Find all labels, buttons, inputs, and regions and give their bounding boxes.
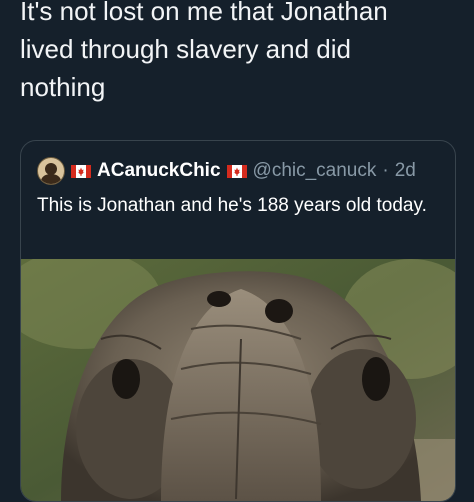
display-name[interactable]: ACanuckChic	[97, 160, 221, 182]
tweet-text: It's not lost on me that Jonathan lived …	[20, 0, 388, 102]
timestamp[interactable]: 2d	[395, 160, 416, 182]
quoted-tweet-text: This is Jonathan and he's 188 years old …	[37, 195, 427, 216]
separator-dot: ·	[382, 160, 389, 181]
user-handle[interactable]: @chic_canuck	[253, 160, 377, 182]
avatar[interactable]	[37, 157, 65, 185]
canada-flag-icon	[71, 164, 91, 178]
quoted-tweet-card[interactable]: ACanuckChic @chic_canuck · 2d This is Jo…	[20, 140, 456, 502]
canada-flag-icon	[226, 164, 247, 178]
tortoise-photo[interactable]	[21, 259, 455, 501]
tortoise-face-illustration	[21, 259, 455, 501]
quoted-tweet-header: ACanuckChic @chic_canuck · 2d	[37, 157, 416, 185]
